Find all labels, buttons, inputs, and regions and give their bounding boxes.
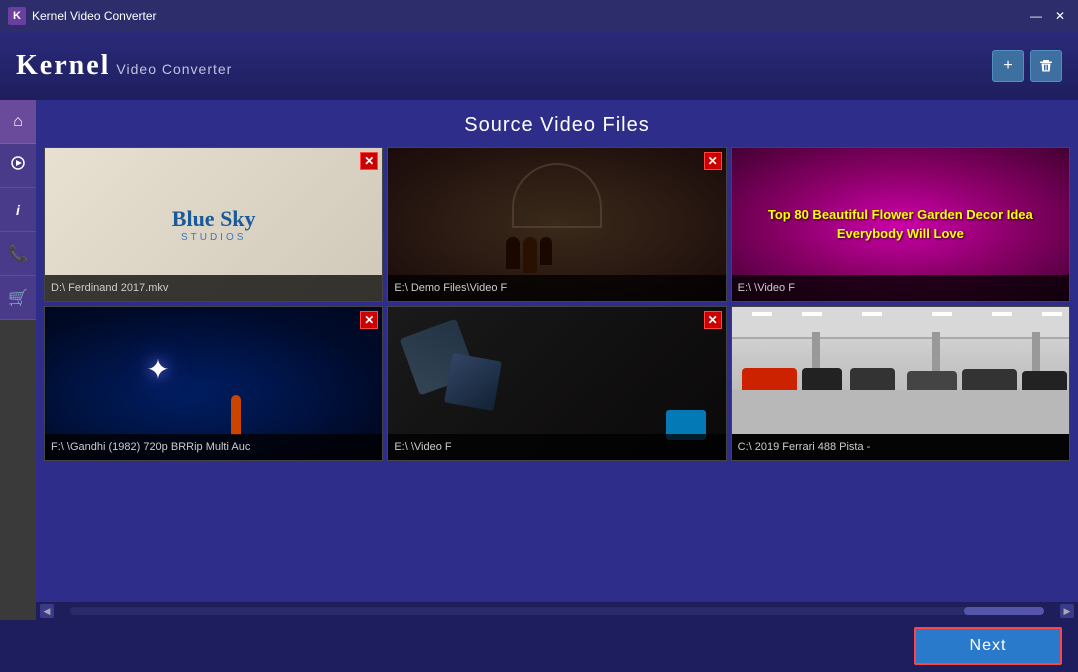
next-button[interactable]: Next (914, 627, 1062, 665)
sidebar-item-phone[interactable]: 📞 (0, 232, 36, 276)
logo-area: Kernel Video Converter (16, 50, 232, 82)
video-card-4: ✕ F:\ \Gandhi (1982) 720p BRRip Multi Au… (44, 306, 383, 461)
home-icon: ⌂ (13, 113, 23, 131)
star-burst (146, 353, 176, 383)
header-actions: + (992, 50, 1062, 82)
video-label-2: E:\ Demo Files\Video F (388, 275, 725, 301)
cart-icon: 🛒 (8, 288, 28, 308)
video-card-1: Blue Sky STUDIOS ✕ D:\ Ferdinand 2017.mk… (44, 147, 383, 302)
video-grid: Blue Sky STUDIOS ✕ D:\ Ferdinand 2017.mk… (36, 147, 1078, 602)
scroll-left-button[interactable]: ◀ (40, 604, 54, 618)
title-bar-left: K Kernel Video Converter (8, 7, 157, 25)
sidebar-item-cart[interactable]: 🛒 (0, 276, 36, 320)
scroll-track (70, 607, 1044, 615)
flower-text: Top 80 Beautiful Flower Garden Decor Ide… (740, 206, 1061, 242)
scrollbar-area: ◀ ▶ (36, 602, 1078, 620)
minimize-button[interactable]: — (1026, 8, 1046, 24)
remove-video-5-button[interactable]: ✕ (704, 311, 722, 329)
delete-file-button[interactable] (1030, 50, 1062, 82)
video-label-5: E:\ \Video F (388, 434, 725, 460)
close-button[interactable]: ✕ (1050, 8, 1070, 24)
app-icon: K (8, 7, 26, 25)
video-card-5: ✕ E:\ \Video F (387, 306, 726, 461)
sidebar-item-video[interactable] (0, 144, 36, 188)
bluesky-logo: Blue Sky STUDIOS (172, 206, 256, 243)
remove-video-2-button[interactable]: ✕ (704, 152, 722, 170)
sidebar-item-info[interactable]: i (0, 188, 36, 232)
remove-video-4-button[interactable]: ✕ (360, 311, 378, 329)
info-icon: i (16, 202, 20, 218)
gandhi-figure (231, 395, 241, 435)
footer: Next (0, 620, 1078, 672)
title-bar: K Kernel Video Converter — ✕ (0, 0, 1078, 32)
video-label-3: E:\ \Video F (732, 275, 1069, 301)
title-bar-controls: — ✕ (1026, 8, 1070, 24)
bluesky-text: Blue Sky (172, 206, 256, 232)
sidebar: ⌂ i 📞 🛒 (0, 100, 36, 620)
page-title: Source Video Files (36, 100, 1078, 147)
video-card-3: Top 80 Beautiful Flower Garden Decor Ide… (731, 147, 1070, 302)
video-card-2: CINE ✕ E:\ Demo Files\Video F (387, 147, 726, 302)
header: Kernel Video Converter + (0, 32, 1078, 100)
scroll-right-button[interactable]: ▶ (1060, 604, 1074, 618)
bluesky-sub: STUDIOS (172, 232, 256, 243)
video-label-1: D:\ Ferdinand 2017.mkv (45, 275, 382, 301)
video-label-4: F:\ \Gandhi (1982) 720p BRRip Multi Auc (45, 434, 382, 460)
video-icon (10, 156, 26, 175)
main-area: ⌂ i 📞 🛒 Source Video Files (0, 100, 1078, 620)
phone-icon: 📞 (8, 244, 28, 264)
trash-icon (1038, 58, 1054, 74)
remove-video-1-button[interactable]: ✕ (360, 152, 378, 170)
video-label-6: C:\ 2019 Ferrari 488 Pista - (732, 434, 1069, 460)
logo-subtitle: Video Converter (116, 61, 232, 77)
logo-main: Kernel (16, 50, 110, 82)
app-title: Kernel Video Converter (32, 9, 157, 23)
sidebar-item-home[interactable]: ⌂ (0, 100, 36, 144)
figures (506, 237, 552, 273)
thumbnail-6 (732, 307, 1069, 434)
scroll-thumb[interactable] (964, 607, 1044, 615)
add-file-button[interactable]: + (992, 50, 1024, 82)
video-card-6: C:\ 2019 Ferrari 488 Pista - (731, 306, 1070, 461)
content-area: Source Video Files Blue Sky STUDIOS ✕ D:… (36, 100, 1078, 620)
